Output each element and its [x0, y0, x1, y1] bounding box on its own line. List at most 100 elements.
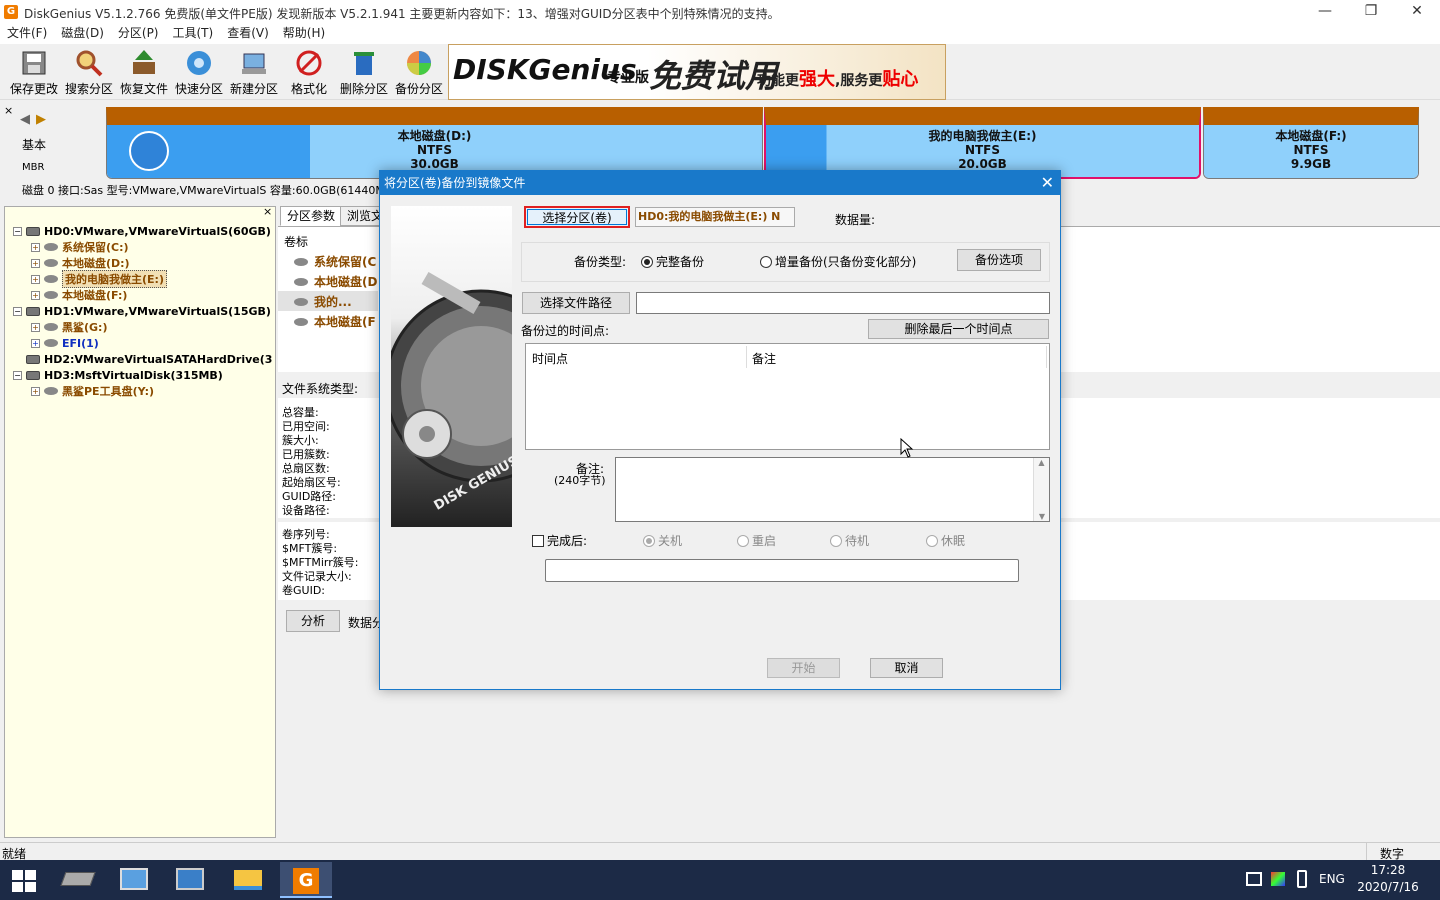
taskbar: G ENG 17:28 2020/7/16	[0, 860, 1440, 900]
restart-radio[interactable]: 重启	[737, 532, 776, 549]
volume-row[interactable]: 本地磁盘(D	[294, 273, 377, 290]
tree-item-hd3[interactable]: − HD3:MsftVirtualDisk(315MB)	[13, 367, 223, 383]
cancel-button[interactable]: 取消	[870, 658, 943, 678]
incremental-backup-radio[interactable]: 增量备份(只备份变化部分)	[760, 253, 916, 270]
tree-item-g[interactable]: + 黑鲨(G:)	[31, 319, 107, 335]
backup-type-label: 备份类型:	[574, 255, 627, 269]
delete-partition-button[interactable]: 删除分区	[337, 46, 391, 98]
promo-banner[interactable]: DISKGenius 专业版 免费试用 功能更强大,服务更贴心	[448, 44, 946, 100]
app-icon: G	[4, 5, 18, 19]
select-partition-button[interactable]: 选择分区(卷)	[524, 206, 630, 228]
quick-partition-button[interactable]: 快速分区	[172, 46, 226, 98]
usb-tray-icon[interactable]	[1297, 870, 1307, 888]
menu-bar: 文件(F) 磁盘(D) 分区(P) 工具(T) 查看(V) 帮助(H)	[0, 24, 1440, 44]
close-map-icon[interactable]: ×	[4, 104, 13, 117]
tree-item-hd0[interactable]: − HD0:VMware,VMwareVirtualS(60GB)	[13, 223, 271, 239]
after-done-checkbox[interactable]: 完成后:	[532, 532, 587, 549]
disk-tree: × − HD0:VMware,VMwareVirtualS(60GB) + 系统保留…	[4, 205, 276, 838]
taskbar-drive-icon[interactable]	[52, 862, 104, 898]
fs-type-label: 文件系统类型:	[282, 382, 359, 396]
clock-time[interactable]: 17:28	[1356, 863, 1420, 877]
tree-item-c[interactable]: + 系统保留(C:)	[31, 239, 129, 255]
taskbar-computer-icon[interactable]	[108, 862, 160, 898]
disk-icon	[26, 306, 40, 316]
new-partition-button[interactable]: 新建分区	[227, 46, 281, 98]
hibernate-radio[interactable]: 休眠	[926, 532, 965, 549]
partition-icon	[44, 387, 58, 395]
tree-item-hd1[interactable]: − HD1:VMware,VMwareVirtualS(15GB)	[13, 303, 271, 319]
backup-options-button[interactable]: 备份选项	[957, 249, 1041, 271]
dialog-title: 将分区(卷)备份到镜像文件	[380, 171, 1060, 195]
delete-last-timepoint-button[interactable]: 删除最后一个时间点	[868, 319, 1049, 339]
close-button[interactable]: ✕	[1394, 0, 1440, 24]
title-bar: G DiskGenius V5.1.2.766 免费版(单文件PE版) 发现新版…	[0, 0, 1440, 24]
tree-item-f[interactable]: + 本地磁盘(F:)	[31, 287, 127, 303]
select-file-path-button[interactable]: 选择文件路径	[522, 292, 630, 314]
taskbar-explorer-icon[interactable]	[222, 862, 274, 898]
full-backup-radio[interactable]: 完整备份	[641, 253, 704, 270]
menu-disk[interactable]: 磁盘(D)	[54, 24, 111, 44]
save-changes-button[interactable]: 保存更改	[7, 46, 61, 98]
partition-block-f[interactable]: 本地磁盘(F:) NTFS 9.9GB	[1203, 107, 1419, 179]
format-button[interactable]: 格式化	[282, 46, 336, 98]
tree-item-d[interactable]: + 本地磁盘(D:)	[31, 255, 130, 271]
timepoints-label: 备份过的时间点:	[521, 324, 610, 338]
recover-files-button[interactable]: 恢复文件	[117, 46, 171, 98]
disk-info-line: 磁盘 0 接口:Sas 型号:VMware,VMwareVirtualS 容量:…	[22, 184, 397, 197]
note-textarea[interactable]: ▲ ▼	[615, 457, 1050, 522]
backup-partition-button[interactable]: 备份分区	[392, 46, 446, 98]
input-language[interactable]: ENG	[1319, 872, 1345, 886]
disk-icon	[26, 354, 40, 364]
col-timepoint[interactable]: 时间点	[532, 350, 568, 367]
quick-partition-icon	[187, 51, 211, 75]
partition-icon	[44, 259, 58, 267]
backup-dialog: 将分区(卷)备份到镜像文件 ✕ DISK GENIUS 选择分区(卷) HD0:…	[379, 170, 1061, 690]
partition-block-e[interactable]: 我的电脑我做主(E:) NTFS 20.0GB	[764, 107, 1201, 179]
windows-start-icon[interactable]	[12, 870, 36, 892]
analyze-button[interactable]: 分析	[286, 610, 340, 632]
close-tree-icon[interactable]: ×	[263, 205, 272, 218]
banner-slogan: 功能更强大,服务更贴心	[757, 69, 919, 90]
next-disk-arrow-icon[interactable]: ▶	[36, 112, 46, 127]
partition-block-d[interactable]: 本地磁盘(D:) NTFS 30.0GB	[106, 107, 763, 179]
menu-view[interactable]: 查看(V)	[220, 24, 276, 44]
progress-bar	[545, 559, 1019, 582]
shutdown-radio[interactable]: 关机	[643, 532, 682, 549]
disk-icon	[26, 226, 40, 236]
save-icon	[22, 51, 46, 75]
color-tray-icon[interactable]	[1271, 872, 1285, 886]
volume-row[interactable]: 系统保留(C	[294, 253, 376, 270]
format-icon	[296, 50, 322, 76]
note-limit-label: (240字节)	[554, 474, 606, 487]
dialog-close-icon[interactable]: ✕	[1041, 171, 1054, 195]
col-note[interactable]: 备注	[752, 350, 776, 367]
menu-tools[interactable]: 工具(T)	[166, 24, 221, 44]
standby-radio[interactable]: 待机	[830, 532, 869, 549]
prev-disk-arrow-icon[interactable]: ◀	[20, 112, 30, 127]
network-tray-icon[interactable]	[1246, 872, 1262, 886]
search-partition-button[interactable]: 搜索分区	[62, 46, 116, 98]
menu-help[interactable]: 帮助(H)	[276, 24, 332, 44]
minimize-button[interactable]: —	[1302, 0, 1348, 24]
volume-row[interactable]: 本地磁盘(F	[294, 313, 376, 330]
backup-icon	[407, 51, 431, 75]
file-path-input[interactable]	[636, 292, 1050, 314]
delete-icon	[354, 52, 374, 75]
start-button[interactable]: 开始	[767, 658, 840, 678]
partition-icon	[44, 323, 58, 331]
restore-button[interactable]: ❐	[1348, 0, 1394, 24]
tree-item-hd2[interactable]: HD2:VMwareVirtualSATAHardDrive(3	[13, 351, 272, 367]
note-scrollbar[interactable]: ▲ ▼	[1033, 458, 1049, 521]
menu-partition[interactable]: 分区(P)	[111, 24, 166, 44]
timepoints-table: 时间点 备注	[525, 343, 1050, 450]
menu-file[interactable]: 文件(F)	[0, 24, 54, 44]
tree-item-y[interactable]: + 黑鲨PE工具盘(Y:)	[31, 383, 154, 399]
taskbar-diskgenius-icon[interactable]: G	[280, 862, 332, 898]
recover-icon	[133, 50, 155, 74]
tree-item-e[interactable]: + 我的电脑我做主(E:)	[31, 270, 167, 288]
tree-item-efi[interactable]: + EFI(1)	[31, 335, 99, 351]
tab-partition-params[interactable]: 分区参数	[280, 206, 343, 226]
clock-date[interactable]: 2020/7/16	[1356, 880, 1420, 894]
taskbar-network-icon[interactable]	[164, 862, 216, 898]
volume-row-selected[interactable]: 我的...	[278, 291, 378, 311]
